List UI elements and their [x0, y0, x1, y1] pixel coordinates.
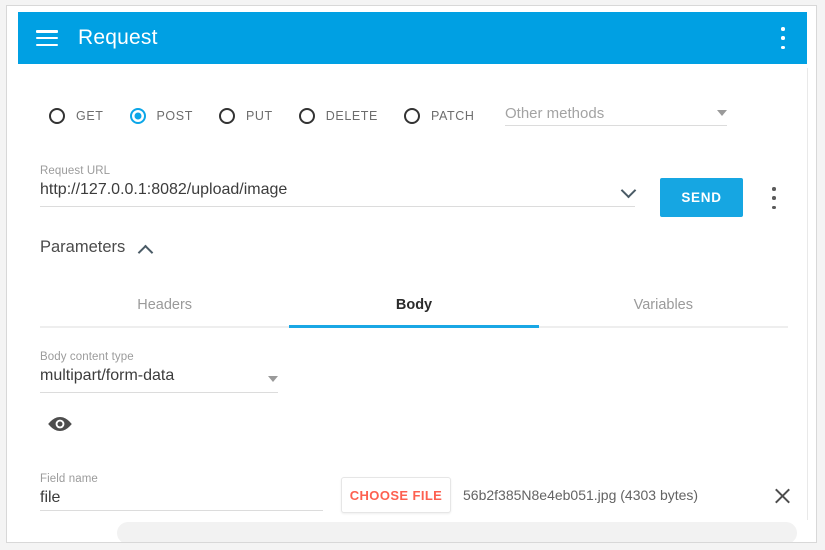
eye-icon[interactable] — [47, 414, 73, 439]
page-title: Request — [78, 26, 158, 49]
app-window: Request GET POST PUT DELETE PATCH Other … — [6, 5, 817, 543]
kebab-dot — [772, 205, 776, 209]
bottom-card-peek — [117, 522, 797, 542]
radio-circle-icon — [298, 108, 315, 124]
http-method-row: GET POST PUT DELETE PATCH Other methods — [7, 94, 816, 144]
kebab-menu-icon[interactable] — [773, 27, 793, 49]
kebab-dot — [772, 187, 776, 191]
radio-label: PUT — [245, 109, 273, 123]
radio-label: PATCH — [430, 109, 475, 123]
choose-file-button[interactable]: CHOOSE FILE — [341, 477, 451, 513]
request-options-kebab-icon[interactable] — [764, 187, 784, 209]
hamburger-bar — [36, 43, 58, 46]
radio-method-get[interactable]: GET — [49, 108, 104, 124]
radio-circle-icon — [218, 108, 235, 124]
close-icon[interactable] — [773, 486, 792, 505]
hamburger-bar — [36, 36, 58, 40]
kebab-dot — [781, 27, 785, 31]
body-content-type-label: Body content type — [40, 351, 134, 363]
http-method-radio-group: GET POST PUT DELETE PATCH — [49, 94, 501, 138]
radio-label: DELETE — [325, 109, 378, 123]
chevron-down-icon — [268, 376, 278, 382]
body-content-type-select[interactable]: Body content type multipart/form-data — [40, 350, 278, 393]
other-methods-placeholder: Other methods — [505, 105, 605, 122]
kebab-dot — [781, 45, 785, 49]
tab-variables[interactable]: Variables — [539, 284, 788, 326]
request-url-row: Request URL http://127.0.0.1:8082/upload… — [7, 164, 816, 226]
hamburger-bar — [36, 30, 58, 33]
radio-method-delete[interactable]: DELETE — [298, 108, 378, 124]
parameters-tabs: Headers Body Variables — [40, 284, 788, 328]
radio-circle-icon — [129, 108, 146, 124]
request-url-input[interactable]: Request URL http://127.0.0.1:8082/upload… — [40, 164, 635, 207]
selected-file-name: 56b2f385N8e4eb051.jpg (4303 bytes) — [463, 487, 699, 503]
other-methods-select[interactable]: Other methods — [505, 98, 727, 126]
field-name-value: file — [40, 489, 61, 506]
kebab-dot — [772, 196, 776, 200]
field-name-label: Field name — [40, 473, 98, 485]
body-content-type-value: multipart/form-data — [40, 367, 175, 384]
radio-circle-icon — [403, 108, 420, 124]
radio-method-put[interactable]: PUT — [218, 108, 273, 124]
chevron-down-icon — [717, 110, 727, 116]
radio-label: POST — [156, 109, 193, 123]
parameters-label: Parameters — [40, 238, 126, 256]
hamburger-icon[interactable] — [36, 30, 58, 46]
request-url-label: Request URL — [40, 165, 111, 177]
chevron-up-icon — [139, 242, 152, 255]
radio-method-post[interactable]: POST — [129, 108, 193, 124]
scroll-gutter — [807, 68, 808, 520]
parameters-section-toggle[interactable]: Parameters — [40, 238, 152, 257]
send-button[interactable]: SEND — [660, 178, 743, 217]
radio-label: GET — [76, 109, 104, 123]
radio-circle-icon — [49, 108, 65, 124]
tab-body[interactable]: Body — [289, 284, 539, 328]
chevron-down-icon[interactable] — [622, 183, 635, 196]
radio-method-patch[interactable]: PATCH — [403, 108, 475, 124]
field-name-input[interactable]: Field name file — [40, 472, 323, 511]
kebab-dot — [781, 36, 785, 40]
title-bar: Request — [18, 12, 807, 64]
request-url-value: http://127.0.0.1:8082/upload/image — [40, 181, 288, 198]
tab-headers[interactable]: Headers — [40, 284, 289, 326]
